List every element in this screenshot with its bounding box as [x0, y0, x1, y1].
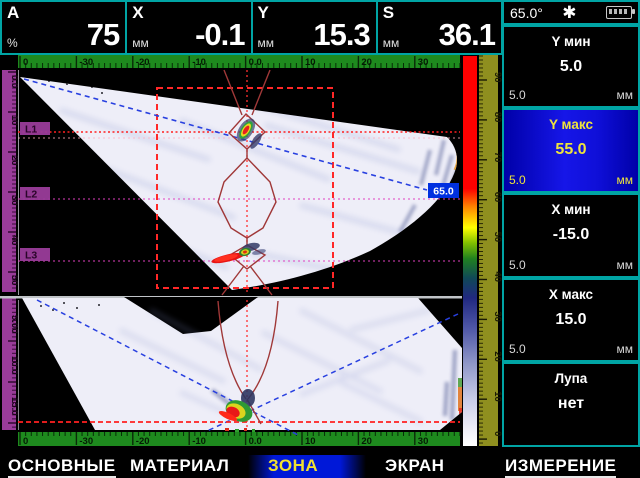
- measure-unit: мм: [132, 36, 149, 50]
- svg-text:-10: -10: [192, 436, 206, 447]
- measure-cell-amplitude: A % 75: [0, 0, 127, 55]
- menu-item-zone[interactable]: ЗОНА: [268, 456, 318, 476]
- param-title: X мин: [504, 202, 638, 217]
- sector-view-top: 65.0 L1 L2 L3: [18, 70, 460, 295]
- param-value: 15.0: [504, 311, 638, 329]
- param-step: 5.0: [509, 173, 526, 187]
- svg-text:65.0: 65.0: [433, 186, 454, 198]
- svg-text:40: 40: [492, 272, 503, 283]
- svg-text:-10: -10: [192, 57, 206, 68]
- param-title: Y макс: [504, 117, 638, 132]
- amplitude-colorbar: [463, 56, 477, 446]
- measurement-bar: A % 75 X мм -0.1 Y мм 15.3 S мм 36.1: [0, 0, 503, 55]
- menu-item-main[interactable]: ОСНОВНЫЕ: [8, 456, 116, 478]
- menu-item-measure[interactable]: ИЗМЕРЕНИЕ: [505, 456, 616, 478]
- svg-text:0.0: 0.0: [249, 57, 262, 68]
- svg-text:-30: -30: [79, 436, 93, 447]
- svg-text:80: 80: [492, 112, 503, 123]
- status-cell: 65.0° ✱: [502, 0, 640, 25]
- measure-value: 15.3: [313, 17, 369, 53]
- svg-text:30: 30: [492, 311, 503, 322]
- param-title: Y мин: [504, 34, 638, 49]
- svg-text:20: 20: [361, 57, 372, 68]
- svg-text:10: 10: [492, 391, 503, 402]
- svg-text:20: 20: [361, 436, 372, 447]
- measure-unit: мм: [258, 36, 275, 50]
- svg-text:-20: -20: [136, 436, 150, 447]
- param-y-max[interactable]: Y макс 55.0 5.0 мм: [502, 108, 640, 193]
- svg-text:-30: -30: [79, 57, 93, 68]
- measure-unit: мм: [383, 36, 400, 50]
- param-value: 55.0: [504, 141, 638, 159]
- measure-value: -0.1: [195, 17, 244, 53]
- svg-text:10: 10: [305, 57, 316, 68]
- param-title: X макс: [504, 287, 638, 302]
- svg-text:20: 20: [492, 351, 503, 362]
- battery-icon: [606, 6, 632, 19]
- measure-cell-s: S мм 36.1: [376, 0, 503, 55]
- scan-area: 0-30-20-100.01020300-30-20-100.01020300.…: [0, 55, 503, 455]
- svg-text:0.0: 0.0: [249, 436, 262, 447]
- param-unit: мм: [617, 258, 634, 272]
- y-ruler-top: [2, 70, 16, 292]
- device-screen: A % 75 X мм -0.1 Y мм 15.3 S мм 36.1 65.…: [0, 0, 640, 478]
- param-step: 5.0: [509, 342, 526, 356]
- measure-unit: %: [7, 36, 18, 50]
- beam-angle-label: 65.0: [428, 183, 459, 198]
- menu-item-screen[interactable]: ЭКРАН: [385, 456, 444, 476]
- parameter-sidebar: 65.0° ✱ Y мин 5.0 5.0 мм Y макс 55.0 5.0 м…: [502, 0, 640, 455]
- svg-text:L2: L2: [25, 189, 37, 201]
- param-value: -15.0: [504, 226, 638, 244]
- param-title: Лупа: [504, 371, 638, 386]
- svg-text:60: 60: [492, 192, 503, 203]
- measure-cell-y: Y мм 15.3: [251, 0, 378, 55]
- svg-text:30: 30: [418, 57, 429, 68]
- measure-cell-x: X мм -0.1: [125, 0, 252, 55]
- measure-label: Y: [258, 3, 269, 23]
- main-menu: ОСНОВНЫЕ МАТЕРИАЛ ЗОНА ЭКРАН ИЗМЕРЕНИЕ: [0, 455, 640, 478]
- svg-text:L3: L3: [25, 250, 37, 262]
- svg-text:0: 0: [23, 436, 28, 447]
- param-step: 5.0: [509, 88, 526, 102]
- param-x-max[interactable]: X макс 15.0 5.0 мм: [502, 278, 640, 362]
- measure-value: 36.1: [439, 17, 495, 53]
- param-value: нет: [504, 395, 638, 413]
- param-zoom[interactable]: Лупа нет: [502, 362, 640, 447]
- measure-label: S: [383, 3, 394, 23]
- svg-text:L1: L1: [25, 124, 37, 136]
- param-step: 5.0: [509, 258, 526, 272]
- param-unit: мм: [617, 342, 634, 356]
- param-value: 5.0: [504, 58, 638, 76]
- svg-text:30: 30: [418, 436, 429, 447]
- param-x-min[interactable]: X мин -15.0 5.0 мм: [502, 193, 640, 278]
- measure-label: A: [7, 3, 19, 23]
- param-unit: мм: [617, 88, 634, 102]
- measure-label: X: [132, 3, 143, 23]
- svg-text:10: 10: [305, 436, 316, 447]
- param-unit: мм: [617, 173, 634, 187]
- svg-text:90: 90: [492, 72, 503, 83]
- svg-text:0: 0: [492, 431, 503, 436]
- sector-view-bottom: [18, 297, 462, 436]
- measure-value: 75: [87, 17, 119, 53]
- freeze-icon: ✱: [533, 3, 606, 23]
- param-y-min[interactable]: Y мин 5.0 5.0 мм: [502, 25, 640, 108]
- svg-text:50: 50: [492, 232, 503, 243]
- svg-text:0: 0: [23, 57, 28, 68]
- svg-text:-20: -20: [136, 57, 150, 68]
- leg-markers: L1 L2 L3: [20, 122, 50, 262]
- svg-text:70: 70: [492, 152, 503, 163]
- menu-item-material[interactable]: МАТЕРИАЛ: [130, 456, 229, 476]
